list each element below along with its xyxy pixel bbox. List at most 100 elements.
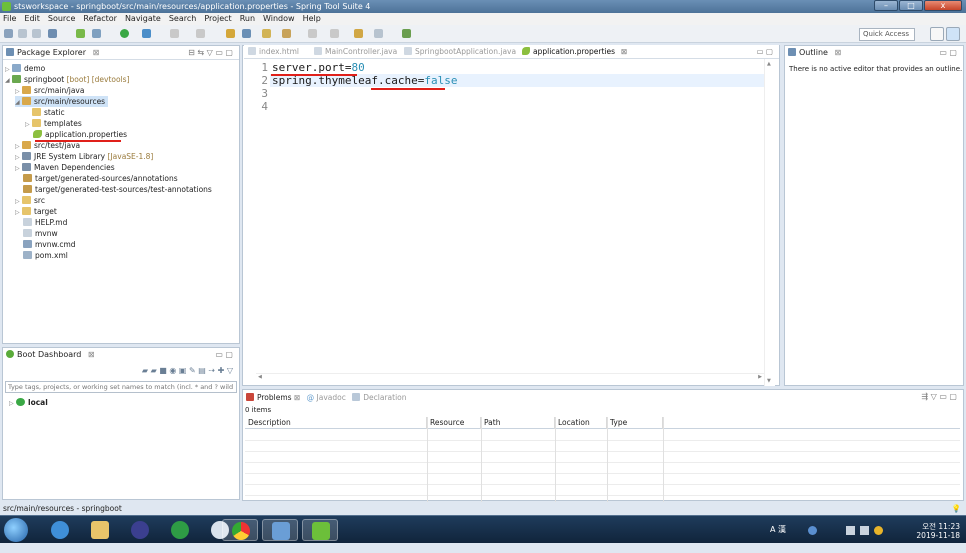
tab-index-html[interactable]: index.html <box>248 45 299 59</box>
expand-arrow-icon[interactable]: ▷ <box>15 207 22 218</box>
taskbar-eclipse[interactable] <box>122 519 158 541</box>
menu-file[interactable]: File <box>3 13 16 25</box>
new-icon[interactable] <box>4 29 13 38</box>
forward-icon[interactable] <box>374 29 383 38</box>
update-icon[interactable] <box>874 526 883 535</box>
taskbar-explorer[interactable] <box>82 519 118 541</box>
taskbar-app[interactable] <box>262 519 298 541</box>
close-tab-icon[interactable]: ⊠ <box>621 47 627 56</box>
expand-arrow-icon[interactable]: ▷ <box>25 119 32 130</box>
scroll-right-icon[interactable]: ▶ <box>758 374 762 380</box>
tree-item-application-properties[interactable]: application.properties <box>33 129 127 140</box>
menu-navigate[interactable]: Navigate <box>125 13 161 25</box>
menu-project[interactable]: Project <box>204 13 231 25</box>
tree-item-src-main-java[interactable]: ▷ src/main/java <box>15 85 84 96</box>
tab-main-controller[interactable]: MainController.java <box>314 45 397 59</box>
maximize-button[interactable]: □ <box>899 0 923 11</box>
run-icon[interactable] <box>120 29 129 38</box>
column-type[interactable]: Type <box>607 417 663 429</box>
minimize-maximize-icons[interactable]: ▭ ▢ <box>215 348 233 362</box>
tab-declaration[interactable]: Declaration <box>352 393 407 402</box>
outline-minmax-icons[interactable]: ▭ ▢ <box>939 46 957 60</box>
menu-search[interactable]: Search <box>169 13 196 25</box>
close-button[interactable]: x <box>924 0 962 11</box>
code-line-1[interactable]: server.port=80 <box>272 62 365 73</box>
tree-item-templates[interactable]: ▷ templates <box>25 118 82 129</box>
debug-icon[interactable] <box>92 29 101 38</box>
column-resource[interactable]: Resource <box>427 417 481 429</box>
tree-item-mvnw-cmd[interactable]: mvnw.cmd <box>23 239 76 250</box>
stop-icon[interactable] <box>170 29 179 38</box>
open-type-icon[interactable] <box>262 29 271 38</box>
menu-run[interactable]: Run <box>240 13 255 25</box>
expand-arrow-icon[interactable]: ▷ <box>15 163 22 174</box>
annotation-icon[interactable] <box>308 29 317 38</box>
problems-toolbar-icons[interactable]: ⇶ ▽ ▭ ▢ <box>921 392 957 401</box>
tab-application-properties[interactable]: application.properties ⊠ <box>522 45 627 59</box>
java-perspective-icon[interactable] <box>930 27 944 41</box>
tree-item-mvnw[interactable]: mvnw <box>23 228 58 239</box>
new-package-icon[interactable] <box>226 29 235 38</box>
tree-item-src-main-resources[interactable]: ◢ src/main/resources <box>15 96 109 108</box>
tree-item-local[interactable]: ▷ local <box>9 397 48 408</box>
close-view-icon[interactable]: ⊠ <box>835 48 842 57</box>
tree-item-static[interactable]: static <box>32 107 65 118</box>
tab-javadoc[interactable]: @ Javadoc <box>307 393 346 402</box>
boot-icon[interactable] <box>76 29 85 38</box>
taskbar-hs[interactable] <box>162 519 198 541</box>
tree-item-jre[interactable]: ▷ JRE System Library [JavaSE-1.8] <box>15 151 153 162</box>
outline-tab[interactable]: Outline ⊠ ▭ ▢ <box>785 46 963 60</box>
save-all-icon[interactable] <box>32 29 41 38</box>
code-line-2[interactable]: spring.thymeleaf.cache=false <box>272 75 457 86</box>
menu-source[interactable]: Source <box>48 13 75 25</box>
save-icon[interactable] <box>18 29 27 38</box>
collapse-arrow-icon[interactable]: ◢ <box>15 97 22 108</box>
ime-indicator[interactable]: A 漢 <box>770 525 786 553</box>
minimize-button[interactable]: – <box>874 0 898 11</box>
column-description[interactable]: Description <box>245 417 427 429</box>
skip-icon[interactable] <box>196 29 205 38</box>
back-icon[interactable] <box>354 29 363 38</box>
tab-problems[interactable]: Problems ⊠ <box>246 393 300 402</box>
tree-item-gen-test-sources[interactable]: target/generated-test-sources/test-annot… <box>23 184 212 195</box>
new-class-icon[interactable] <box>242 29 251 38</box>
menu-refactor[interactable]: Refactor <box>83 13 117 25</box>
close-view-icon[interactable]: ⊠ <box>88 350 95 359</box>
view-menu-icons[interactable]: ⊟ ⇆ ▽ ▭ ▢ <box>188 46 233 60</box>
search-icon[interactable] <box>282 29 291 38</box>
boot-dashboard-tab[interactable]: Boot Dashboard ⊠ ▭ ▢ <box>3 348 239 362</box>
column-location[interactable]: Location <box>555 417 607 429</box>
scroll-down-icon[interactable]: ▼ <box>767 378 771 384</box>
tree-item-pom-xml[interactable]: pom.xml <box>23 250 68 261</box>
external-tools-icon[interactable] <box>142 29 151 38</box>
menu-edit[interactable]: Edit <box>24 13 40 25</box>
boot-dashboard-filter-input[interactable] <box>5 381 237 393</box>
tree-item-target[interactable]: ▷ target <box>15 206 57 217</box>
menu-help[interactable]: Help <box>303 13 321 25</box>
dashboard-toolbar-icons[interactable]: ▰ ▰ ■ ◉ ▣ ✎ ▤ ⇢ ✚ ▽ <box>142 366 233 375</box>
scroll-left-icon[interactable]: ◀ <box>258 374 262 380</box>
help-icon[interactable] <box>808 526 817 535</box>
next-annotation-icon[interactable] <box>330 29 339 38</box>
close-view-icon[interactable]: ⊠ <box>294 393 300 402</box>
column-path[interactable]: Path <box>481 417 555 429</box>
expand-arrow-icon[interactable]: ▷ <box>9 398 16 409</box>
package-explorer-tab[interactable]: Package Explorer ⊠ ⊟ ⇆ ▽ ▭ ▢ <box>3 46 239 60</box>
clock[interactable]: 오전 11:23 2019-11-18 <box>910 522 960 550</box>
tree-item-maven[interactable]: ▷ Maven Dependencies <box>15 162 115 173</box>
tree-item-src-test-java[interactable]: ▷ src/test/java <box>15 140 80 151</box>
tree-item-help-md[interactable]: HELP.md <box>23 217 67 228</box>
quick-access-input[interactable]: Quick Access <box>859 28 915 41</box>
editor-minmax-icons[interactable]: ▭ ▢ <box>756 45 773 59</box>
pin-editor-icon[interactable] <box>402 29 411 38</box>
taskbar-sts[interactable] <box>302 519 338 541</box>
taskbar-ie[interactable] <box>42 519 78 541</box>
tab-springboot-application[interactable]: SpringbootApplication.java <box>404 45 516 59</box>
tree-item-springboot[interactable]: ◢ springboot [boot] [devtools] <box>5 74 130 85</box>
menu-window[interactable]: Window <box>263 13 295 25</box>
tree-item-gen-sources[interactable]: target/generated-sources/annotations <box>23 173 178 184</box>
tree-item-demo[interactable]: ▷ demo <box>5 63 45 74</box>
collapse-arrow-icon[interactable]: ◢ <box>5 75 12 86</box>
tip-bulb-icon[interactable]: 💡 <box>952 502 961 515</box>
terminal-icon[interactable] <box>48 29 57 38</box>
